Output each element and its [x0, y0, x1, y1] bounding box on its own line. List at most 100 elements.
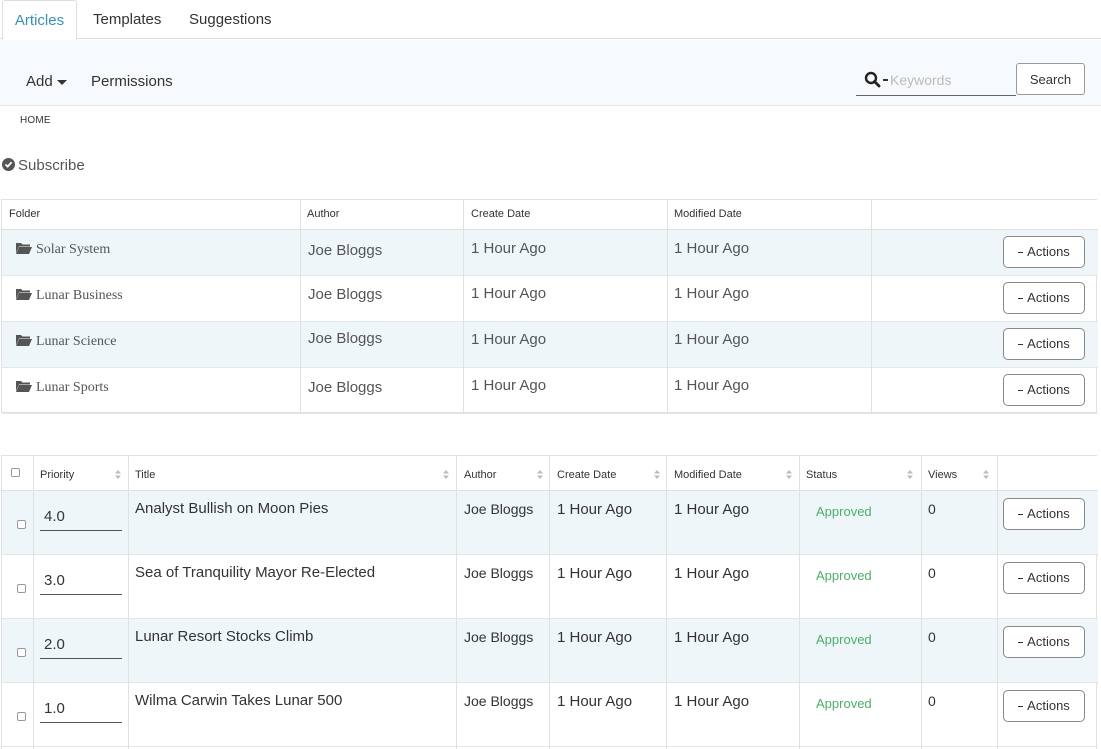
actions-label: Actions	[1027, 336, 1070, 351]
article-actions-button[interactable]: Actions	[1003, 626, 1085, 658]
caret-icon	[1018, 390, 1024, 392]
header-create-date[interactable]: Create Date	[557, 469, 616, 481]
article-actions-button[interactable]: Actions	[1003, 562, 1085, 594]
folder-link-lunar-sports[interactable]: Lunar Sports	[16, 380, 109, 396]
row-checkbox[interactable]	[17, 648, 26, 657]
priority-input[interactable]	[40, 503, 122, 531]
sort-icon[interactable]	[537, 470, 543, 479]
actions-label: Actions	[1027, 244, 1070, 259]
folder-row: Lunar Science Joe Bloggs 1 Hour Ago 1 Ho…	[2, 322, 1098, 368]
tab-articles[interactable]: Articles	[2, 0, 77, 40]
article-row: Lunar Resort Stocks Climb Joe Bloggs 1 H…	[2, 619, 1098, 683]
priority-input[interactable]	[40, 567, 122, 595]
status-badge: Approved	[816, 632, 872, 647]
folder-name: Lunar Sports	[36, 380, 109, 395]
tab-suggestions[interactable]: Suggestions	[189, 0, 272, 40]
folder-actions-button[interactable]: Actions	[1003, 374, 1085, 406]
folder-created: 1 Hour Ago	[471, 285, 547, 302]
caret-icon	[1018, 298, 1024, 300]
column-divider	[33, 456, 34, 749]
breadcrumb[interactable]: HOME	[20, 115, 51, 126]
article-title-link[interactable]: Wilma Carwin Takes Lunar 500	[135, 692, 342, 709]
caret-down-icon	[56, 79, 67, 85]
add-label: Add	[26, 73, 53, 90]
article-title-link[interactable]: Analyst Bullish on Moon Pies	[135, 500, 328, 517]
priority-input[interactable]	[40, 631, 122, 659]
column-divider	[799, 456, 800, 749]
articles-table: Priority Title Author Create Date Modifi…	[1, 455, 1098, 749]
folder-actions-button[interactable]: Actions	[1003, 236, 1085, 268]
header-modified-date[interactable]: Modified Date	[674, 469, 742, 481]
column-divider	[463, 200, 464, 414]
column-divider	[997, 456, 998, 749]
article-author: Joe Bloggs	[464, 629, 534, 645]
priority-input[interactable]	[40, 695, 122, 723]
folder-name: Lunar Science	[36, 334, 117, 349]
folder-row: Lunar Business Joe Bloggs 1 Hour Ago 1 H…	[2, 276, 1098, 322]
column-divider	[921, 456, 922, 749]
column-divider	[549, 456, 550, 749]
article-title-link[interactable]: Lunar Resort Stocks Climb	[135, 628, 313, 645]
header-views[interactable]: Views	[928, 469, 957, 481]
folder-modified: 1 Hour Ago	[674, 377, 750, 394]
folder-link-solar-system[interactable]: Solar System	[16, 242, 110, 258]
folder-link-lunar-science[interactable]: Lunar Science	[16, 334, 116, 350]
folder-link-lunar-business[interactable]: Lunar Business	[16, 288, 123, 304]
folder-row: Solar System Joe Bloggs 1 Hour Ago 1 Hou…	[2, 230, 1098, 276]
header-modified-date: Modified Date	[674, 208, 742, 220]
folder-row: Lunar Sports Joe Bloggs 1 Hour Ago 1 Hou…	[2, 368, 1098, 414]
add-dropdown[interactable]: Add	[26, 73, 67, 90]
status-badge: Approved	[816, 504, 872, 519]
folder-actions-button[interactable]: Actions	[1003, 282, 1085, 314]
folder-author: Joe Bloggs	[308, 330, 383, 347]
row-checkbox[interactable]	[17, 584, 26, 593]
select-all-checkbox[interactable]	[11, 468, 20, 477]
article-title-link[interactable]: Sea of Tranquility Mayor Re-Elected	[135, 564, 375, 581]
caret-icon	[1018, 642, 1024, 644]
sort-icon[interactable]	[907, 470, 913, 479]
caret-icon	[1018, 578, 1024, 580]
tab-bar: Articles Templates Suggestions	[0, 0, 1101, 40]
search-icon[interactable]	[864, 71, 882, 89]
caret-icon	[1018, 706, 1024, 708]
article-row: Analyst Bullish on Moon Pies Joe Bloggs …	[2, 491, 1098, 555]
actions-label: Actions	[1027, 570, 1070, 585]
article-row: Sea of Tranquility Mayor Re-Elected Joe …	[2, 555, 1098, 619]
article-created: 1 Hour Ago	[557, 693, 633, 710]
row-checkbox[interactable]	[17, 712, 26, 721]
caret-icon	[1018, 252, 1024, 254]
sort-icon[interactable]	[786, 470, 792, 479]
article-actions-button[interactable]: Actions	[1003, 498, 1085, 530]
article-modified: 1 Hour Ago	[674, 501, 750, 518]
article-modified: 1 Hour Ago	[674, 693, 750, 710]
column-divider	[667, 200, 668, 414]
folder-author: Joe Bloggs	[308, 379, 383, 396]
article-actions-button[interactable]: Actions	[1003, 690, 1085, 722]
sort-icon[interactable]	[983, 470, 989, 479]
caret-icon	[1018, 344, 1024, 346]
article-author: Joe Bloggs	[464, 501, 534, 517]
header-priority[interactable]: Priority	[40, 469, 74, 481]
sort-icon[interactable]	[654, 470, 660, 479]
folder-open-icon	[16, 289, 32, 300]
header-status[interactable]: Status	[806, 469, 837, 481]
subscribe-link[interactable]: Subscribe	[2, 157, 85, 174]
status-badge: Approved	[816, 696, 872, 711]
header-author[interactable]: Author	[464, 469, 496, 481]
row-checkbox[interactable]	[17, 520, 26, 529]
search-options-caret-icon[interactable]	[883, 79, 888, 81]
folder-open-icon	[16, 335, 32, 346]
sort-icon[interactable]	[115, 470, 121, 479]
header-folder: Folder	[9, 208, 41, 220]
sort-icon[interactable]	[443, 470, 449, 479]
tab-templates[interactable]: Templates	[93, 0, 161, 40]
search-input[interactable]	[890, 67, 1014, 93]
subscribe-label: Subscribe	[18, 157, 85, 174]
header-title[interactable]: Title	[135, 469, 155, 481]
search-button[interactable]: Search	[1016, 63, 1085, 95]
folder-actions-button[interactable]: Actions	[1003, 328, 1085, 360]
folder-created: 1 Hour Ago	[471, 331, 547, 348]
article-views: 0	[928, 629, 936, 645]
permissions-link[interactable]: Permissions	[91, 73, 173, 90]
article-modified: 1 Hour Ago	[674, 629, 750, 646]
